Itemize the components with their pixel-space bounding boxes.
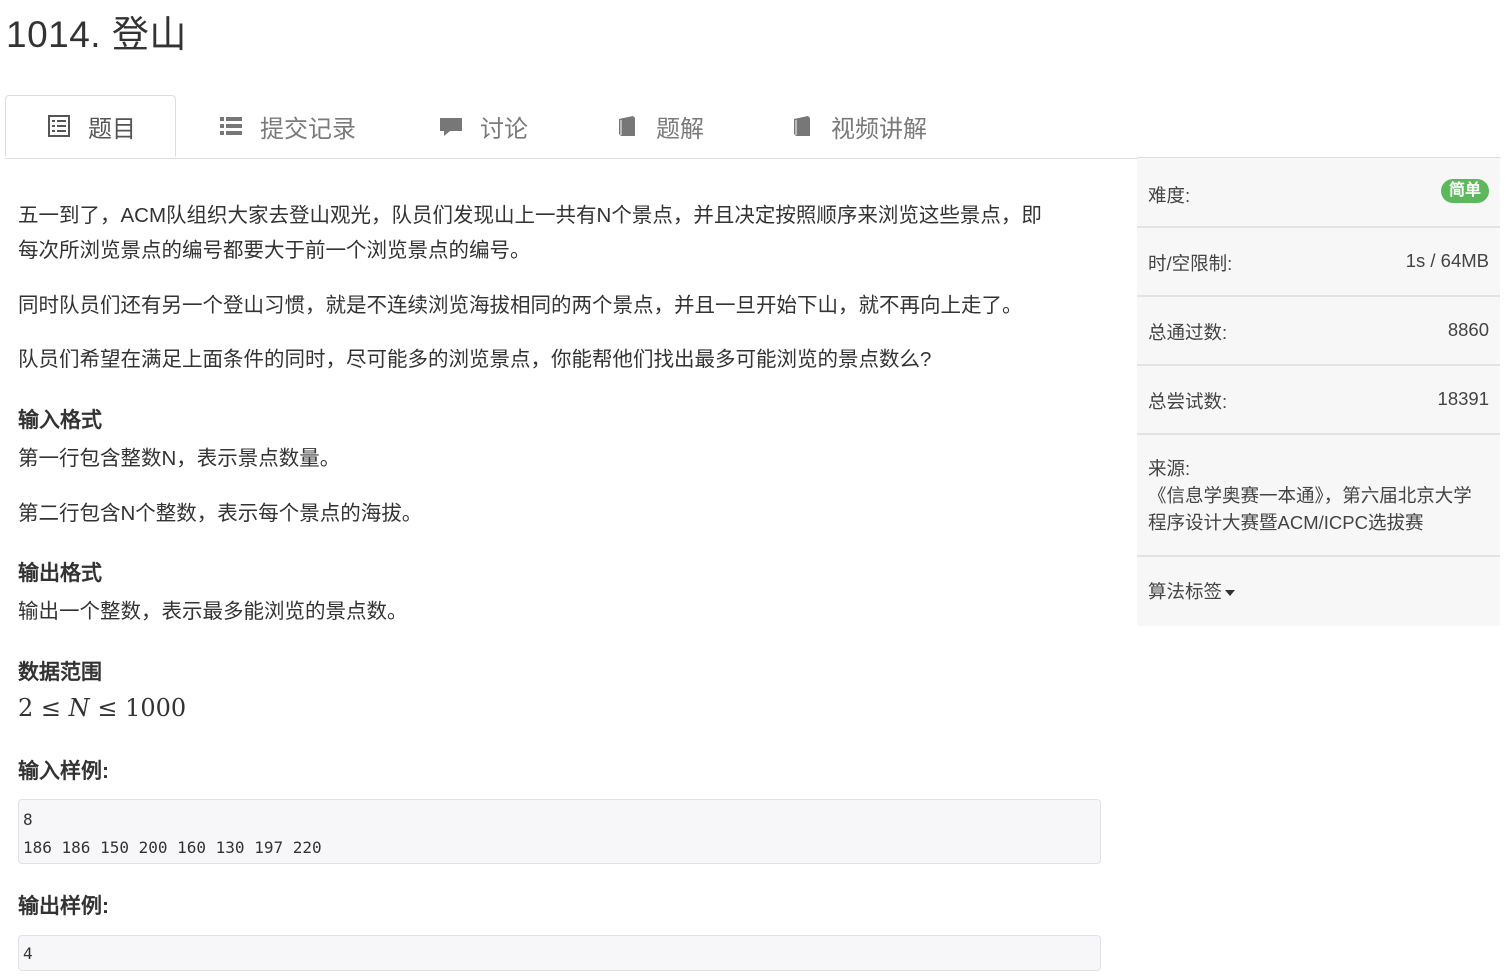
tab-label: 题解 — [656, 115, 704, 143]
code-line: 4 — [23, 944, 33, 963]
tab-label: 讨论 — [480, 115, 528, 143]
range-low: 2 — [18, 694, 34, 722]
input-format-heading: 输入格式 — [18, 409, 102, 432]
tab-label: 视频讲解 — [831, 115, 927, 143]
problem-info-sidebar: 难度: 简单 时/空限制: 1s / 64MB 总通过数: 8860 总尝试数:… — [1137, 157, 1500, 626]
data-range-formula: 2 ≤ N ≤ 1000 — [18, 694, 186, 722]
range-variable: N — [68, 694, 90, 722]
code-line: 8 — [23, 810, 33, 829]
problem-tabs: 题目 提交记录 讨论 题解 视频讲解 — [5, 95, 1501, 159]
data-range-heading: 数据范围 — [18, 661, 102, 684]
book-icon — [791, 115, 813, 137]
output-format-line-1: 输出一个整数，表示最多能浏览的景点数。 — [18, 600, 408, 623]
tab-problem[interactable]: 题目 — [5, 95, 176, 157]
source-label: 来源: — [1148, 458, 1191, 479]
code-line: 186 186 150 200 160 130 197 220 — [23, 838, 322, 857]
source-line[interactable]: 程序设计大赛暨ACM/ICPC选拔赛 — [1148, 512, 1423, 533]
comment-icon — [440, 115, 462, 137]
book-icon — [616, 115, 638, 137]
source-block: 来源: 《信息学奥赛一本通》，第六届北京大学 程序设计大赛暨ACM/ICPC选拔… — [1148, 455, 1472, 536]
range-le-symbol: ≤ — [40, 694, 62, 722]
passed-row: 总通过数: 8860 — [1137, 297, 1500, 366]
difficulty-row: 难度: 简单 — [1137, 158, 1500, 228]
sample-input-heading: 输入样例: — [18, 760, 109, 783]
source-row: 来源: 《信息学奥赛一本通》，第六届北京大学 程序设计大赛暨ACM/ICPC选拔… — [1137, 435, 1500, 557]
list-icon — [220, 115, 242, 137]
difficulty-badge: 简单 — [1440, 179, 1489, 203]
limit-value: 1s / 64MB — [1405, 250, 1489, 271]
attempts-label: 总尝试数: — [1148, 391, 1228, 412]
limit-label: 时/空限制: — [1148, 253, 1233, 274]
tab-submissions[interactable]: 提交记录 — [220, 95, 356, 157]
output-format-heading: 输出格式 — [18, 562, 102, 585]
attempts-row: 总尝试数: 18391 — [1137, 366, 1500, 435]
description-paragraph-1: 五一到了，ACM队组织大家去登山观光，队员们发现山上一共有N个景点，并且决定按照… — [18, 198, 1042, 268]
tags-label: 算法标签 — [1148, 581, 1223, 602]
sample-output-code[interactable]: 4 — [18, 935, 1101, 971]
description-line: 每次所浏览景点的编号都要大于前一个浏览景点的编号。 — [18, 239, 531, 262]
source-line[interactable]: 《信息学奥赛一本通》，第六届北京大学 — [1148, 485, 1472, 506]
range-high: 1000 — [125, 694, 187, 722]
list-alt-icon — [48, 115, 70, 137]
difficulty-label: 难度: — [1148, 185, 1191, 206]
tab-video[interactable]: 视频讲解 — [791, 95, 927, 157]
tab-discussion[interactable]: 讨论 — [440, 95, 528, 157]
page-title: 1014. 登山 — [6, 14, 187, 55]
input-format-line-1: 第一行包含整数N，表示景点数量。 — [18, 447, 341, 470]
tab-label: 题目 — [88, 115, 136, 143]
description-paragraph-2: 同时队员们还有另一个登山习惯，就是不连续浏览海拔相同的两个景点，并且一旦开始下山… — [18, 294, 1023, 317]
description-paragraph-3: 队员们希望在满足上面条件的同时，尽可能多的浏览景点，你能帮他们找出最多可能浏览的… — [18, 348, 932, 371]
sample-output-heading: 输出样例: — [18, 895, 109, 918]
caret-down-icon — [1225, 590, 1236, 597]
input-format-line-2: 第二行包含N个整数，表示每个景点的海拔。 — [18, 502, 423, 525]
attempts-value: 18391 — [1437, 388, 1489, 409]
tab-solutions[interactable]: 题解 — [616, 95, 704, 157]
passed-value: 8860 — [1447, 319, 1489, 340]
range-le-symbol: ≤ — [97, 694, 118, 722]
passed-label: 总通过数: — [1148, 322, 1228, 343]
description-line: 五一到了，ACM队组织大家去登山观光，队员们发现山上一共有N个景点，并且决定按照… — [18, 204, 1042, 227]
limit-row: 时/空限制: 1s / 64MB — [1137, 228, 1500, 297]
tab-label: 提交记录 — [260, 115, 356, 143]
sample-input-code[interactable]: 8 186 186 150 200 160 130 197 220 — [18, 799, 1101, 864]
algorithm-tags-toggle[interactable]: 算法标签 — [1148, 578, 1236, 604]
